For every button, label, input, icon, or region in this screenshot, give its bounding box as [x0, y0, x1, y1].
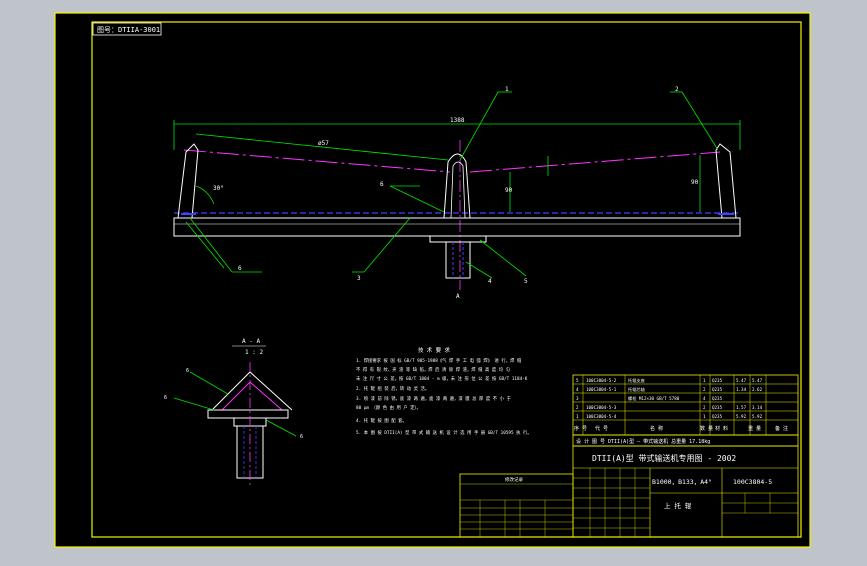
series-title: DTII(A)型 带式输送机专用图 - 2002	[592, 453, 736, 463]
svg-text:6: 6	[238, 265, 242, 272]
svg-text:2.62: 2.62	[752, 387, 763, 392]
svg-text:100C3804-5-1: 100C3804-5-1	[586, 387, 617, 392]
svg-text:5.47: 5.47	[752, 378, 763, 383]
svg-text:螺栓 M12×30 GB/T 5780: 螺栓 M12×30 GB/T 5780	[628, 395, 680, 402]
svg-text:数 量: 数 量	[700, 425, 713, 432]
notes-title: 技 术 要 求	[418, 346, 450, 354]
height-dim-right-text: 90	[691, 179, 699, 186]
svg-text:4: 4	[488, 278, 492, 285]
svg-text:1: 1	[505, 86, 509, 93]
drawing-background	[55, 13, 810, 547]
note-line: 3. 喷 漆 前 除 锈，底 漆 两 遍，面 漆 两 遍，漆 膜 总 厚 度 不…	[356, 395, 512, 402]
parts-row-code: 100C3804-5-2	[586, 378, 617, 383]
svg-text:6: 6	[300, 434, 303, 440]
note-line: 80 μm （颜 色 由 用 户 定）。	[356, 404, 421, 411]
svg-text:100C3804-5-3: 100C3804-5-3	[586, 405, 617, 410]
drawing-number: 100C3804-5	[733, 478, 772, 486]
svg-text:5.92: 5.92	[752, 414, 763, 419]
drawing-code-text: 图号：DTIIA-3001	[97, 26, 160, 34]
note-line: 未 注 尺 寸 公 差，按 GB/T 1804 - m 级，未 注 形 位 公 …	[356, 375, 528, 382]
section-label: A - A	[242, 338, 260, 345]
svg-text:Q235: Q235	[712, 396, 723, 401]
svg-text:Q235: Q235	[712, 414, 723, 419]
svg-text:Q235: Q235	[712, 378, 723, 383]
svg-text:3.14: 3.14	[752, 405, 763, 410]
svg-text:托辊芯轴: 托辊芯轴	[628, 386, 645, 393]
view-label: A	[456, 293, 460, 300]
svg-text:5.47: 5.47	[736, 378, 747, 383]
svg-text:备 注: 备 注	[775, 425, 788, 432]
svg-text:1.57: 1.57	[736, 405, 747, 410]
svg-text:100C3804-5-4: 100C3804-5-4	[586, 414, 617, 419]
cad-viewport: 图号：DTIIA-3001 1388 ø57 30° 90 90 A 1 2 3…	[0, 0, 867, 562]
svg-text:5: 5	[524, 278, 528, 285]
svg-text:序 号: 序 号	[574, 425, 587, 432]
svg-text:6: 6	[164, 395, 167, 401]
spec-text: B1000，B133，A4°	[652, 478, 712, 486]
note-line: 5. 本 图 按 DTII(A) 型 带 式 输 送 机 设 计 选 用 手 册…	[356, 429, 532, 436]
svg-text:5.92: 5.92	[736, 414, 747, 419]
revision-header: 修改记录	[505, 476, 523, 483]
svg-text:代 号: 代 号	[595, 425, 608, 432]
svg-text:Q235: Q235	[712, 405, 723, 410]
angle-text: 30°	[213, 185, 224, 192]
svg-text:6: 6	[380, 181, 384, 188]
svg-text:Q235: Q235	[712, 387, 723, 392]
section-scale: 1 : 2	[245, 349, 263, 356]
svg-text:重 量: 重 量	[748, 425, 761, 432]
svg-text:2: 2	[675, 86, 679, 93]
note-line: 不 得 有 裂 纹、夹 渣 等 缺 陷，焊 后 清 除 焊 渣，焊 缝 高 度 …	[356, 366, 510, 373]
note-line: 4. 托 辊 按 图 配 套。	[356, 417, 407, 424]
svg-text:6: 6	[186, 368, 189, 374]
parts-row-name: 托辊支座	[628, 377, 645, 384]
width-dimension-text: 1388	[450, 117, 465, 124]
slope-dimension-text: ø57	[318, 140, 329, 147]
note-line: 2. 托 辊 组 装 后，转 动 灵 活。	[356, 385, 429, 392]
svg-text:名 称: 名 称	[650, 425, 663, 432]
summary-text: 设 计 图 号 DTII(A)型 — 带式输送机 总重量 17.18kg	[576, 438, 710, 445]
part-name: 上 托 辊	[664, 501, 692, 510]
drawing-canvas: 图号：DTIIA-3001 1388 ø57 30° 90 90 A 1 2 3…	[54, 12, 811, 548]
note-line: 1. 焊接要求 按 国 标 GB/T 985-1988《气 焊 手 工 电 弧 …	[356, 357, 522, 364]
svg-text:3: 3	[357, 275, 361, 282]
svg-text:材 料: 材 料	[715, 425, 728, 432]
height-dim-left-text: 90	[505, 187, 513, 194]
svg-text:1.34: 1.34	[736, 387, 747, 392]
